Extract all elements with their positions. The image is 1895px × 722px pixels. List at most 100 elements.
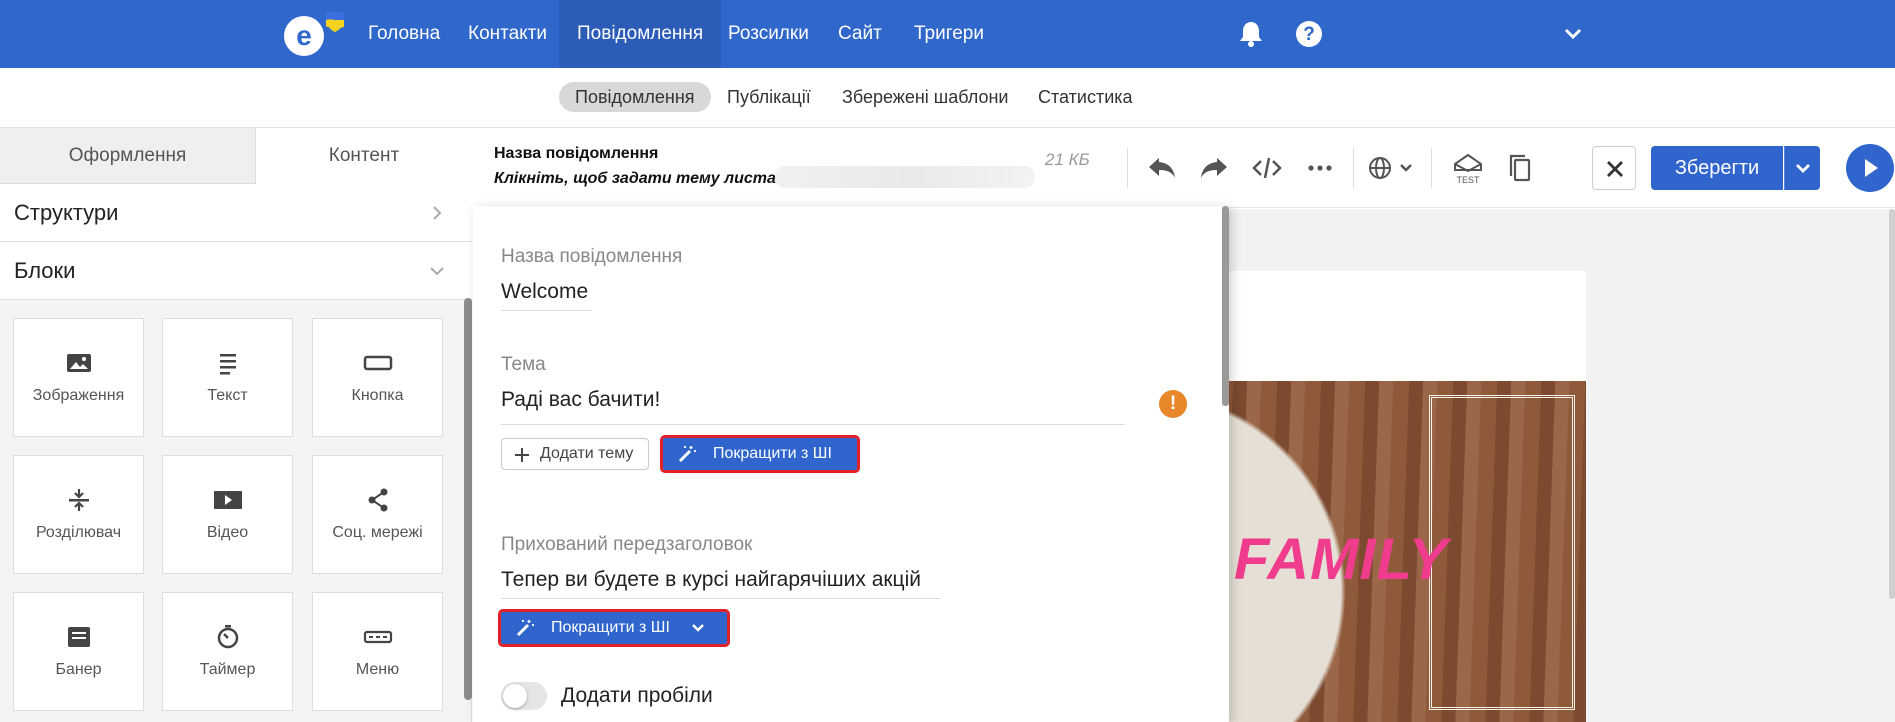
language-icon[interactable] xyxy=(1365,152,1417,184)
nav-item-contacts[interactable]: Контакти xyxy=(450,0,565,68)
chevron-down-icon xyxy=(428,262,446,280)
magic-wand-icon xyxy=(516,620,534,637)
redo-icon[interactable] xyxy=(1197,152,1231,184)
close-button[interactable] xyxy=(1592,146,1636,190)
esputnik-logo[interactable]: e xyxy=(280,10,348,60)
add-spaces-label: Додати пробіли xyxy=(561,684,713,707)
block-menu[interactable]: Меню xyxy=(312,592,443,711)
timer-icon xyxy=(213,625,243,649)
nav-item-site[interactable]: Сайт xyxy=(820,0,900,68)
subject-field-label: Тема xyxy=(501,354,546,375)
block-label: Відео xyxy=(206,524,249,541)
divider-icon xyxy=(64,488,94,512)
ai-improve-label: Покращити з ШІ xyxy=(551,619,670,636)
block-image[interactable]: Зображення xyxy=(13,318,144,437)
svg-text:?: ? xyxy=(1303,24,1315,45)
tab-design[interactable]: Оформлення xyxy=(0,128,256,184)
plus-icon xyxy=(515,448,529,462)
test-label: TEST xyxy=(1456,175,1480,185)
add-topic-button[interactable]: Додати тему xyxy=(501,438,649,470)
nav-item-home[interactable]: Головна xyxy=(350,0,458,68)
block-button[interactable]: Кнопка xyxy=(312,318,443,437)
subject-field[interactable]: Раді вас бачити! xyxy=(501,388,660,412)
editor-toolbar: Назва повідомлення Клікніть, щоб задати … xyxy=(473,128,1895,208)
save-button[interactable]: Зберегти xyxy=(1651,146,1783,190)
block-timer[interactable]: Таймер xyxy=(162,592,293,711)
preview-play-button[interactable] xyxy=(1846,144,1894,192)
sidebar-scrollbar[interactable] xyxy=(464,298,472,700)
section-title: Структури xyxy=(14,200,119,225)
block-video[interactable]: Відео xyxy=(162,455,293,574)
svg-text:e: e xyxy=(296,20,312,51)
code-icon[interactable] xyxy=(1250,152,1284,184)
image-icon xyxy=(64,351,94,375)
decorative-frame xyxy=(1429,395,1575,710)
undo-icon[interactable] xyxy=(1145,152,1179,184)
ai-improve-subject-button[interactable]: Покращити з ШІ xyxy=(660,435,860,473)
tab-content[interactable]: Контент xyxy=(256,128,472,184)
chevron-right-icon xyxy=(428,204,446,222)
canvas-scrollbar[interactable] xyxy=(1889,209,1895,599)
button-icon xyxy=(363,351,393,375)
blurred-sender xyxy=(775,166,1035,188)
ai-improve-preheader-button[interactable]: Покращити з ШІ xyxy=(498,609,730,647)
subnav-statistics[interactable]: Статистика xyxy=(1022,82,1149,112)
copy-icon[interactable] xyxy=(1503,152,1537,184)
magic-wand-icon xyxy=(678,446,696,463)
more-icon[interactable] xyxy=(1303,152,1337,184)
section-blocks[interactable]: Блоки xyxy=(0,242,472,300)
block-text[interactable]: Текст xyxy=(162,318,293,437)
name-field-label: Назва повідомлення xyxy=(501,246,683,267)
block-label: Розділювач xyxy=(35,524,122,541)
block-label: Соц. мережі xyxy=(332,524,423,541)
name-field-underline xyxy=(501,310,591,311)
add-spaces-toggle[interactable] xyxy=(501,682,547,710)
video-icon xyxy=(213,488,243,512)
block-label: Меню xyxy=(355,661,400,678)
nav-item-campaigns[interactable]: Розсилки xyxy=(710,0,827,68)
close-icon xyxy=(1607,161,1623,177)
block-social[interactable]: Соц. мережі xyxy=(312,455,443,574)
chevron-down-icon xyxy=(1796,164,1810,173)
message-name[interactable]: Назва повідомлення xyxy=(494,145,658,163)
block-banner[interactable]: Банер xyxy=(13,592,144,711)
block-label: Банер xyxy=(55,661,102,678)
subject-field-underline xyxy=(501,424,1125,425)
save-options-button[interactable] xyxy=(1784,146,1820,190)
text-icon xyxy=(213,351,243,375)
subnav-saved-templates[interactable]: Збережені шаблони xyxy=(826,82,1024,112)
subnav-publications[interactable]: Публікації xyxy=(711,82,827,112)
section-structures[interactable]: Структури xyxy=(0,184,472,242)
nav-item-triggers[interactable]: Тригери xyxy=(896,0,1002,68)
toggle-knob xyxy=(503,684,527,708)
panel-scrollbar[interactable] xyxy=(1222,206,1229,406)
warning-icon[interactable]: ! xyxy=(1159,390,1187,418)
block-label: Зображення xyxy=(32,387,125,404)
chevron-down-icon xyxy=(692,624,704,632)
banner-icon xyxy=(64,625,94,649)
help-icon[interactable]: ? xyxy=(1293,18,1325,50)
section-title: Блоки xyxy=(14,258,76,283)
message-settings-panel: Назва повідомлення Welcome Тема Раді вас… xyxy=(473,206,1229,722)
block-label: Текст xyxy=(207,387,248,404)
preheader-field-label: Прихований передзаголовок xyxy=(501,534,753,555)
toolbar-divider xyxy=(1431,148,1432,188)
toolbar-divider xyxy=(1127,148,1128,188)
message-subject-hint[interactable]: Клікніть, щоб задати тему листа xyxy=(494,170,776,188)
subnav-messages[interactable]: Повідомлення xyxy=(559,82,711,112)
play-icon xyxy=(1865,159,1878,177)
block-divider[interactable]: Розділювач xyxy=(13,455,144,574)
preheader-field[interactable]: Тепер ви будете в курсі найгарячіших акц… xyxy=(501,568,921,592)
menu-icon xyxy=(363,625,393,649)
block-label: Таймер xyxy=(199,661,256,678)
toolbar-divider xyxy=(1353,148,1354,188)
block-label: Кнопка xyxy=(351,387,404,404)
name-field[interactable]: Welcome xyxy=(501,280,588,304)
chevron-down-icon[interactable] xyxy=(1557,18,1589,50)
ai-improve-label: Покращити з ШІ xyxy=(713,445,832,462)
test-send-icon[interactable]: TEST xyxy=(1449,150,1487,186)
bell-icon[interactable] xyxy=(1235,18,1267,50)
content-sidebar: Оформлення Контент Структури Блоки Зобра… xyxy=(0,128,472,722)
nav-item-messages[interactable]: Повідомлення xyxy=(559,0,722,68)
add-topic-label: Додати тему xyxy=(540,445,634,462)
